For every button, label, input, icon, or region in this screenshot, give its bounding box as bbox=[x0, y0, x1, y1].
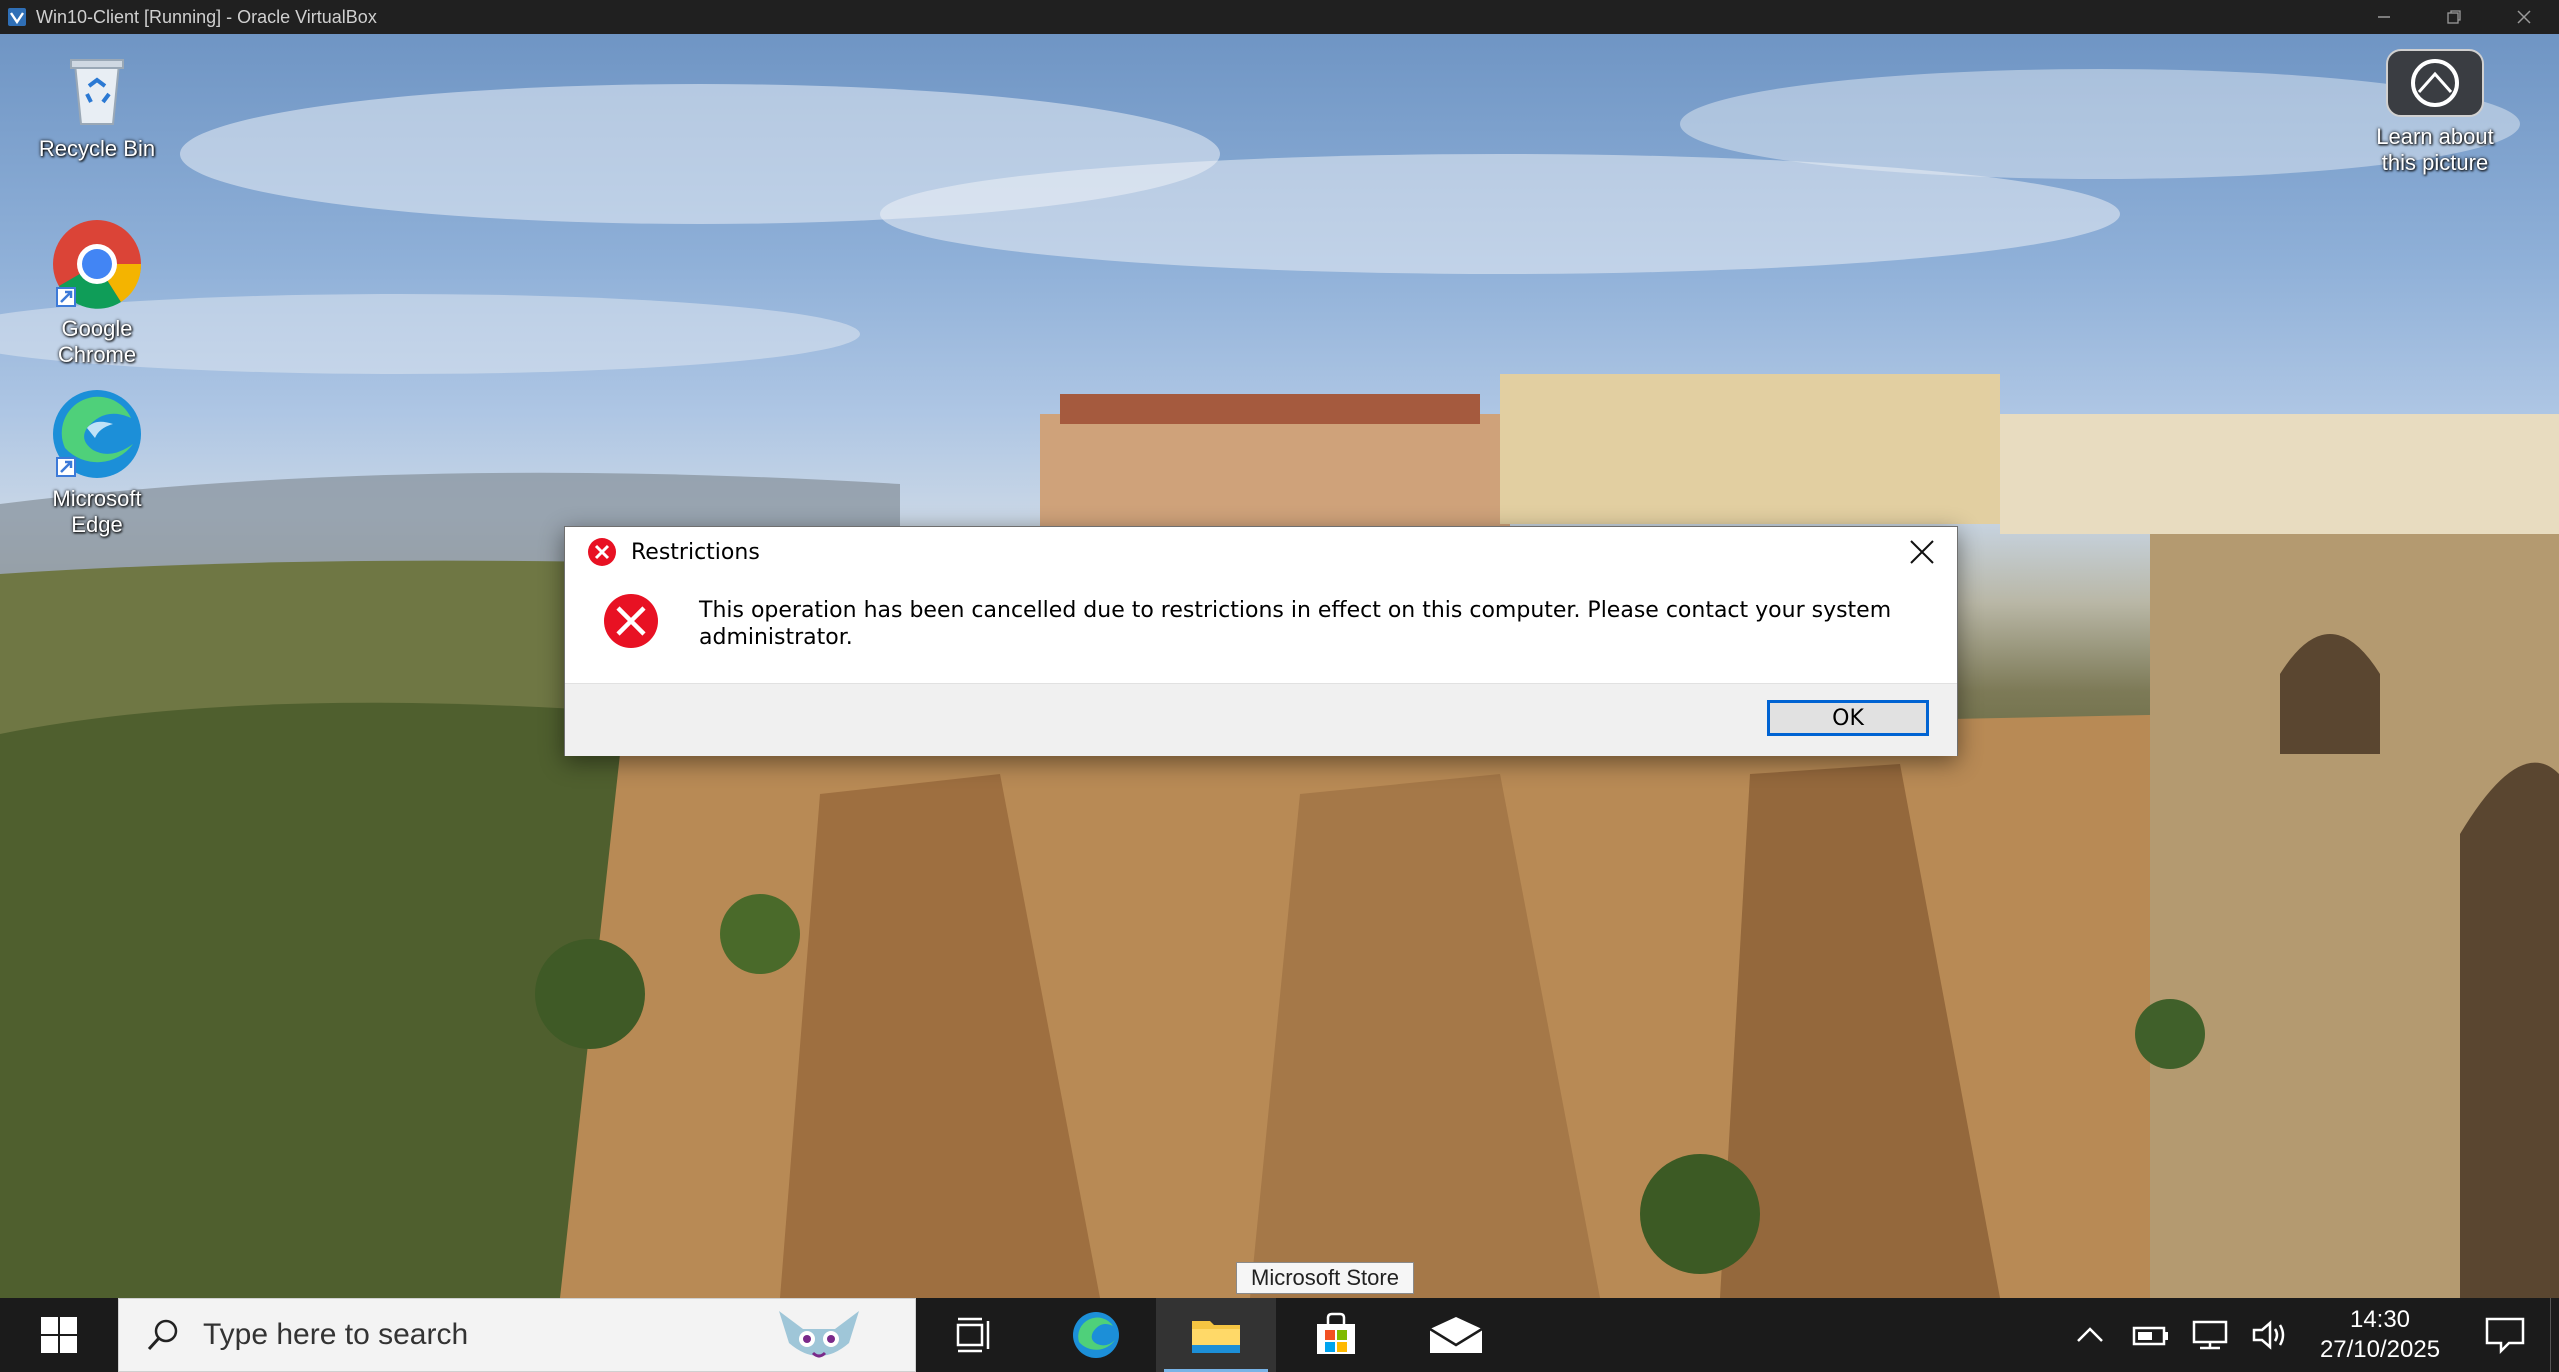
store-icon bbox=[1317, 1312, 1355, 1354]
restore-icon bbox=[2447, 10, 2461, 24]
recycle-bin-icon bbox=[70, 59, 124, 125]
error-icon bbox=[604, 594, 658, 648]
minimize-button[interactable] bbox=[2349, 0, 2419, 34]
close-icon bbox=[2517, 10, 2531, 24]
dialog-footer: OK bbox=[565, 683, 1957, 756]
windows-logo-icon bbox=[41, 1317, 77, 1353]
system-tray: 14:30 27/10/2025 bbox=[2060, 1298, 2559, 1372]
taskbar-mail-button[interactable] bbox=[1396, 1298, 1516, 1372]
taskbar-file-explorer-button[interactable] bbox=[1156, 1298, 1276, 1372]
close-button[interactable] bbox=[2489, 0, 2559, 34]
restore-button[interactable] bbox=[2419, 0, 2489, 34]
chevron-up-icon bbox=[2077, 1327, 2103, 1342]
desktop-icon-recycle-bin[interactable]: Recycle Bin bbox=[22, 46, 172, 162]
taskbar: Type here to search 14:30 27/10/2025 bbox=[0, 1298, 2559, 1372]
edge-icon bbox=[53, 390, 141, 478]
dialog-message: This operation has been cancelled due to… bbox=[699, 598, 1892, 650]
start-button[interactable] bbox=[0, 1298, 118, 1372]
taskbar-edge-button[interactable] bbox=[1036, 1298, 1156, 1372]
battery-icon bbox=[2132, 1326, 2168, 1346]
folder-icon bbox=[1192, 1321, 1240, 1353]
vm-window-title: Win10-Client [Running] - Oracle VirtualB… bbox=[36, 6, 377, 27]
search-placeholder: Type here to search bbox=[203, 1318, 469, 1351]
close-icon bbox=[1910, 540, 1934, 564]
volume-icon bbox=[2252, 1320, 2285, 1350]
desktop-wallpaper[interactable]: Recycle Bin Google Chrome Microsoft Edge bbox=[0, 34, 2559, 1298]
search-icon bbox=[147, 1319, 178, 1351]
camera-icon bbox=[2386, 49, 2484, 117]
ok-button[interactable]: OK bbox=[1767, 700, 1929, 736]
taskbar-tooltip: Microsoft Store bbox=[1236, 1262, 1414, 1294]
mail-icon bbox=[1429, 1317, 1483, 1353]
volume-control[interactable] bbox=[2240, 1298, 2300, 1372]
restrictions-dialog: Restrictions This operation has been can… bbox=[564, 526, 1958, 756]
vm-window-titlebar: Win10-Client [Running] - Oracle VirtualB… bbox=[0, 0, 2559, 34]
chrome-icon bbox=[53, 220, 142, 309]
action-center-button[interactable] bbox=[2460, 1298, 2550, 1372]
desktop-icon-label: Google Chrome bbox=[57, 316, 137, 367]
network-status[interactable] bbox=[2180, 1298, 2240, 1372]
desktop-icon-google-chrome[interactable]: Google Chrome bbox=[22, 218, 172, 368]
taskbar-microsoft-store-button[interactable] bbox=[1276, 1298, 1396, 1372]
desktop-icon-label: Recycle Bin bbox=[38, 136, 156, 161]
search-highlight-icon bbox=[779, 1311, 859, 1358]
taskbar-search-box[interactable]: Type here to search bbox=[118, 1298, 916, 1372]
dialog-close-button[interactable] bbox=[1905, 535, 1939, 569]
minimize-icon bbox=[2378, 16, 2390, 18]
task-view-icon bbox=[956, 1317, 990, 1353]
dialog-title: Restrictions bbox=[631, 539, 760, 565]
clock-date: 27/10/2025 bbox=[2319, 1336, 2441, 1363]
dialog-titlebar[interactable]: Restrictions bbox=[565, 527, 1957, 577]
taskbar-task-view-button[interactable] bbox=[916, 1298, 1036, 1372]
battery-status[interactable] bbox=[2120, 1298, 2180, 1372]
learn-about-this-picture[interactable]: Learn about this picture bbox=[2360, 48, 2510, 176]
show-desktop-button[interactable] bbox=[2550, 1298, 2559, 1372]
notification-icon bbox=[2485, 1317, 2525, 1355]
error-icon bbox=[588, 538, 616, 566]
virtualbox-logo-icon bbox=[8, 8, 26, 26]
show-hidden-icons-button[interactable] bbox=[2060, 1298, 2120, 1372]
desktop-icon-label: Microsoft Edge bbox=[52, 486, 142, 537]
taskbar-clock[interactable]: 14:30 27/10/2025 bbox=[2300, 1305, 2460, 1365]
network-icon bbox=[2192, 1320, 2228, 1350]
clock-time: 14:30 bbox=[2349, 1306, 2411, 1333]
desktop-icon-microsoft-edge[interactable]: Microsoft Edge bbox=[22, 388, 172, 538]
learn-about-this-picture-label: Learn about this picture bbox=[2376, 124, 2494, 175]
dialog-body: This operation has been cancelled due to… bbox=[591, 593, 1931, 683]
edge-icon bbox=[1073, 1312, 1119, 1358]
